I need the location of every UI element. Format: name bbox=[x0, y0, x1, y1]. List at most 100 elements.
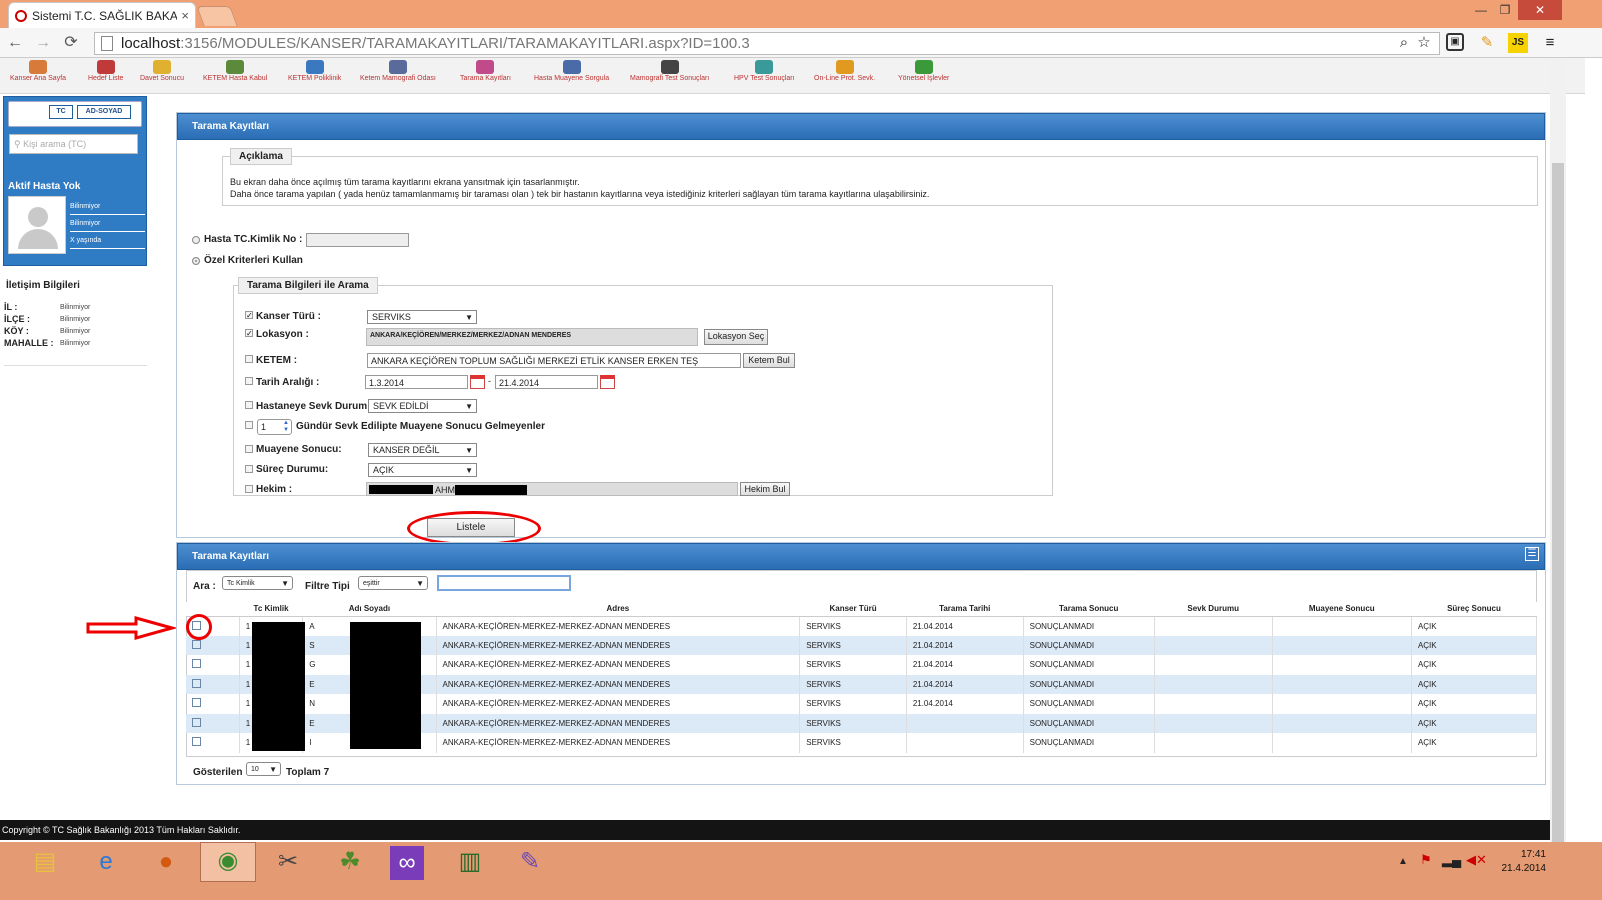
menu-item-0[interactable]: Kanser Ana Sayfa bbox=[10, 58, 66, 94]
page-size-select[interactable]: 10 bbox=[246, 762, 281, 776]
edit-cell[interactable] bbox=[186, 655, 240, 675]
maximize-button[interactable]: ❐ bbox=[1492, 0, 1518, 20]
edit-cell[interactable] bbox=[186, 694, 240, 714]
scrollbar-thumb[interactable] bbox=[1552, 163, 1564, 853]
hekim-bul-button[interactable]: Hekim Bul bbox=[740, 482, 790, 496]
radio-tc[interactable] bbox=[192, 236, 200, 244]
column-header[interactable]: Adres bbox=[436, 602, 800, 617]
edit-icon[interactable] bbox=[192, 698, 201, 708]
sevk-select[interactable]: SEVK EDİLDİ bbox=[368, 399, 477, 413]
forward-icon[interactable]: → bbox=[34, 34, 52, 52]
muayene-checkbox[interactable] bbox=[245, 445, 253, 453]
edit-icon[interactable] bbox=[192, 639, 201, 649]
pencil-extension-icon[interactable]: ✎ bbox=[1477, 33, 1497, 53]
column-header[interactable]: Tc Kimlik bbox=[239, 602, 303, 617]
menu-item-4[interactable]: KETEM Poliklinik bbox=[288, 58, 341, 94]
calendar-start-icon[interactable] bbox=[470, 375, 485, 389]
surec-checkbox[interactable] bbox=[245, 465, 253, 473]
tc-input[interactable] bbox=[306, 233, 409, 247]
menu-item-10[interactable]: On-Line Prot. Sevk. bbox=[814, 58, 875, 94]
tarih-start-input[interactable]: 1.3.2014 bbox=[365, 375, 468, 389]
zoom-icon[interactable]: ⌕ bbox=[1394, 33, 1414, 53]
column-header[interactable]: Tarama Tarihi bbox=[906, 602, 1024, 617]
tab-tc[interactable]: TC bbox=[49, 105, 73, 119]
lokasyon-checkbox[interactable]: ✓ bbox=[245, 329, 253, 338]
menu-item-11[interactable]: Yönetsel İşlevler bbox=[898, 58, 949, 94]
extension-icon[interactable]: ▣ bbox=[1446, 33, 1464, 51]
column-header[interactable]: Süreç Sonucu bbox=[1411, 602, 1537, 617]
bookmark-star-icon[interactable]: ☆ bbox=[1414, 33, 1434, 53]
edit-icon[interactable] bbox=[192, 659, 201, 669]
edit-cell[interactable] bbox=[186, 733, 240, 753]
toad-icon[interactable]: ☘ bbox=[330, 844, 370, 880]
tools-icon[interactable]: ✂ bbox=[268, 844, 308, 880]
js-extension-icon[interactable]: JS bbox=[1508, 33, 1528, 53]
gun-spinner[interactable]: 1 ▲ ▼ bbox=[257, 419, 292, 435]
hekim-input[interactable]: AHM bbox=[366, 482, 738, 496]
new-tab-button[interactable] bbox=[196, 6, 238, 26]
spinner-arrows-icon[interactable]: ▲ ▼ bbox=[283, 420, 289, 434]
gun-checkbox[interactable] bbox=[245, 421, 253, 429]
column-header[interactable]: Sevk Durumu bbox=[1154, 602, 1273, 617]
reload-icon[interactable]: ⟳ bbox=[62, 34, 80, 52]
ketem-input[interactable]: ANKARA KEÇİÖREN TOPLUM SAĞLIĞI MERKEZİ E… bbox=[367, 353, 741, 368]
ara-select[interactable]: Tc Kimlik bbox=[222, 576, 293, 590]
lokasyon-sec-button[interactable]: Lokasyon Seç bbox=[704, 329, 768, 345]
menu-item-2[interactable]: Davet Sonucu bbox=[140, 58, 184, 94]
firefox-icon[interactable]: ● bbox=[146, 844, 186, 880]
flag-icon[interactable]: ⚑ bbox=[1420, 852, 1432, 868]
tab-close-icon[interactable]: × bbox=[181, 8, 189, 23]
menu-item-5[interactable]: Ketem Mamografi Odası bbox=[360, 58, 436, 94]
surec-select[interactable]: AÇIK bbox=[368, 463, 477, 477]
ketem-bul-button[interactable]: Ketem Bul bbox=[743, 353, 795, 368]
muayene-select[interactable]: KANSER DEĞİL bbox=[368, 443, 477, 457]
browser-tab[interactable]: Sistemi T.C. SAĞLIK BAKA × bbox=[8, 2, 196, 28]
kanser-turu-select[interactable]: SERVIKS bbox=[367, 310, 477, 324]
column-header[interactable]: Adı Soyadı bbox=[302, 602, 436, 617]
menu-icon[interactable]: ≡ bbox=[1540, 33, 1560, 53]
menu-item-1[interactable]: Hedef Liste bbox=[88, 58, 123, 94]
explorer-icon[interactable]: ▤ bbox=[25, 844, 65, 880]
menu-item-6[interactable]: Tarama Kayıtları bbox=[460, 58, 511, 94]
address-bar[interactable]: localhost :3156/MODULES/KANSER/TARAMAKAY… bbox=[94, 32, 1440, 55]
paint-icon[interactable]: ✎ bbox=[510, 844, 550, 880]
filter-value-input[interactable] bbox=[437, 575, 571, 591]
tarih-checkbox[interactable] bbox=[245, 377, 253, 385]
column-header[interactable]: Kanser Türü bbox=[799, 602, 907, 617]
ketem-checkbox[interactable] bbox=[245, 355, 253, 363]
menu-item-9[interactable]: HPV Test Sonuçları bbox=[734, 58, 795, 94]
volume-icon[interactable]: ◀✕ bbox=[1466, 852, 1487, 868]
menu-item-3[interactable]: KETEM Hasta Kabul bbox=[203, 58, 267, 94]
column-header[interactable]: Tarama Sonucu bbox=[1023, 602, 1155, 617]
edit-icon[interactable] bbox=[192, 678, 201, 688]
edit-icon[interactable] bbox=[192, 737, 201, 747]
radio-ozel[interactable] bbox=[192, 257, 200, 265]
visual-studio-icon[interactable]: ∞ bbox=[390, 846, 424, 880]
tarih-end-input[interactable]: 21.4.2014 bbox=[495, 375, 598, 389]
tray-arrow-icon[interactable]: ▲ bbox=[1398, 856, 1408, 867]
edit-cell[interactable] bbox=[186, 674, 240, 694]
filtre-select[interactable]: eşittir bbox=[358, 576, 428, 590]
lokasyon-input[interactable]: ANKARA/KEÇİÖREN/MERKEZ/MERKEZ/ADNAN MEND… bbox=[366, 328, 698, 346]
close-window-button[interactable]: ✕ bbox=[1518, 0, 1562, 20]
menu-item-7[interactable]: Hasta Muayene Sorgula bbox=[534, 58, 609, 94]
network-icon[interactable]: ▂▄ bbox=[1442, 852, 1461, 868]
menu-item-8[interactable]: Mamografi Test Sonuçları bbox=[630, 58, 709, 94]
tab-ad-soyad[interactable]: AD-SOYAD bbox=[77, 105, 131, 119]
back-icon[interactable]: ← bbox=[6, 34, 24, 52]
edit-icon[interactable] bbox=[192, 717, 201, 727]
ie-icon[interactable]: e bbox=[86, 844, 126, 880]
clock[interactable]: 17:41 21.4.2014 bbox=[1490, 848, 1547, 876]
column-header[interactable]: Muayene Sonucu bbox=[1272, 602, 1412, 617]
chrome-icon[interactable]: ◉ bbox=[200, 842, 256, 882]
export-icon[interactable]: ☰ bbox=[1525, 547, 1539, 561]
hekim-checkbox[interactable] bbox=[245, 485, 253, 493]
sevk-checkbox[interactable] bbox=[245, 401, 253, 409]
scrollbar[interactable] bbox=[1550, 58, 1566, 853]
patient-search-input[interactable]: ⚲ Kişi arama (TC) bbox=[9, 134, 138, 154]
kanser-turu-checkbox[interactable]: ✓ bbox=[245, 311, 253, 320]
calendar-end-icon[interactable] bbox=[600, 375, 615, 389]
edit-cell[interactable] bbox=[186, 713, 240, 733]
minimize-button[interactable]: — bbox=[1468, 0, 1494, 20]
chart-app-icon[interactable]: ▥ bbox=[450, 844, 490, 880]
